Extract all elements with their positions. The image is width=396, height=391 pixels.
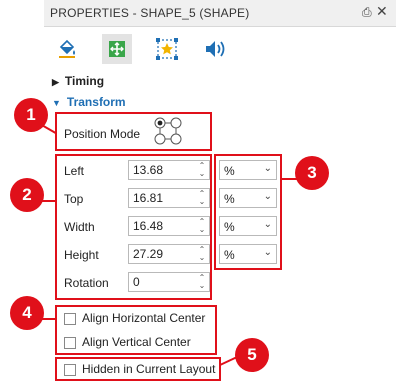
chevron-right-icon: ▶ bbox=[52, 77, 59, 87]
panel-header: PROPERTIES - SHAPE_5 (SHAPE) ⎙ ✕ bbox=[44, 0, 396, 27]
callout-box-3 bbox=[214, 154, 282, 270]
sound-icon bbox=[206, 41, 225, 57]
section-timing[interactable]: ▶ Timing bbox=[52, 74, 104, 88]
star-selection-icon bbox=[156, 38, 178, 60]
paint-bucket-icon bbox=[59, 39, 75, 58]
callout-badge-2: 2 bbox=[10, 178, 44, 212]
transform-icon bbox=[109, 41, 125, 57]
pin-icon[interactable]: ⎙ bbox=[362, 5, 372, 20]
close-icon[interactable]: ✕ bbox=[376, 3, 388, 20]
chevron-down-icon: ▼ bbox=[52, 98, 61, 108]
section-transform-label: Transform bbox=[66, 95, 126, 109]
callout-badge-3: 3 bbox=[295, 156, 329, 190]
panel-title: PROPERTIES - SHAPE_5 (SHAPE) bbox=[50, 6, 250, 20]
tab-audio[interactable] bbox=[200, 34, 230, 64]
tab-interaction[interactable] bbox=[152, 34, 182, 64]
section-transform[interactable]: ▼ Transform bbox=[52, 95, 126, 109]
callout-badge-4: 4 bbox=[10, 296, 44, 330]
section-timing-label: Timing bbox=[64, 74, 105, 88]
callout-box-4 bbox=[55, 305, 217, 355]
callout-badge-5: 5 bbox=[235, 338, 269, 372]
callout-box-2 bbox=[55, 154, 212, 300]
tab-fill[interactable] bbox=[52, 34, 82, 64]
callout-box-1 bbox=[55, 112, 212, 151]
callout-badge-1: 1 bbox=[14, 98, 48, 132]
tab-transform[interactable] bbox=[102, 34, 132, 64]
callout-box-5 bbox=[55, 357, 221, 381]
property-tabs bbox=[44, 32, 396, 72]
